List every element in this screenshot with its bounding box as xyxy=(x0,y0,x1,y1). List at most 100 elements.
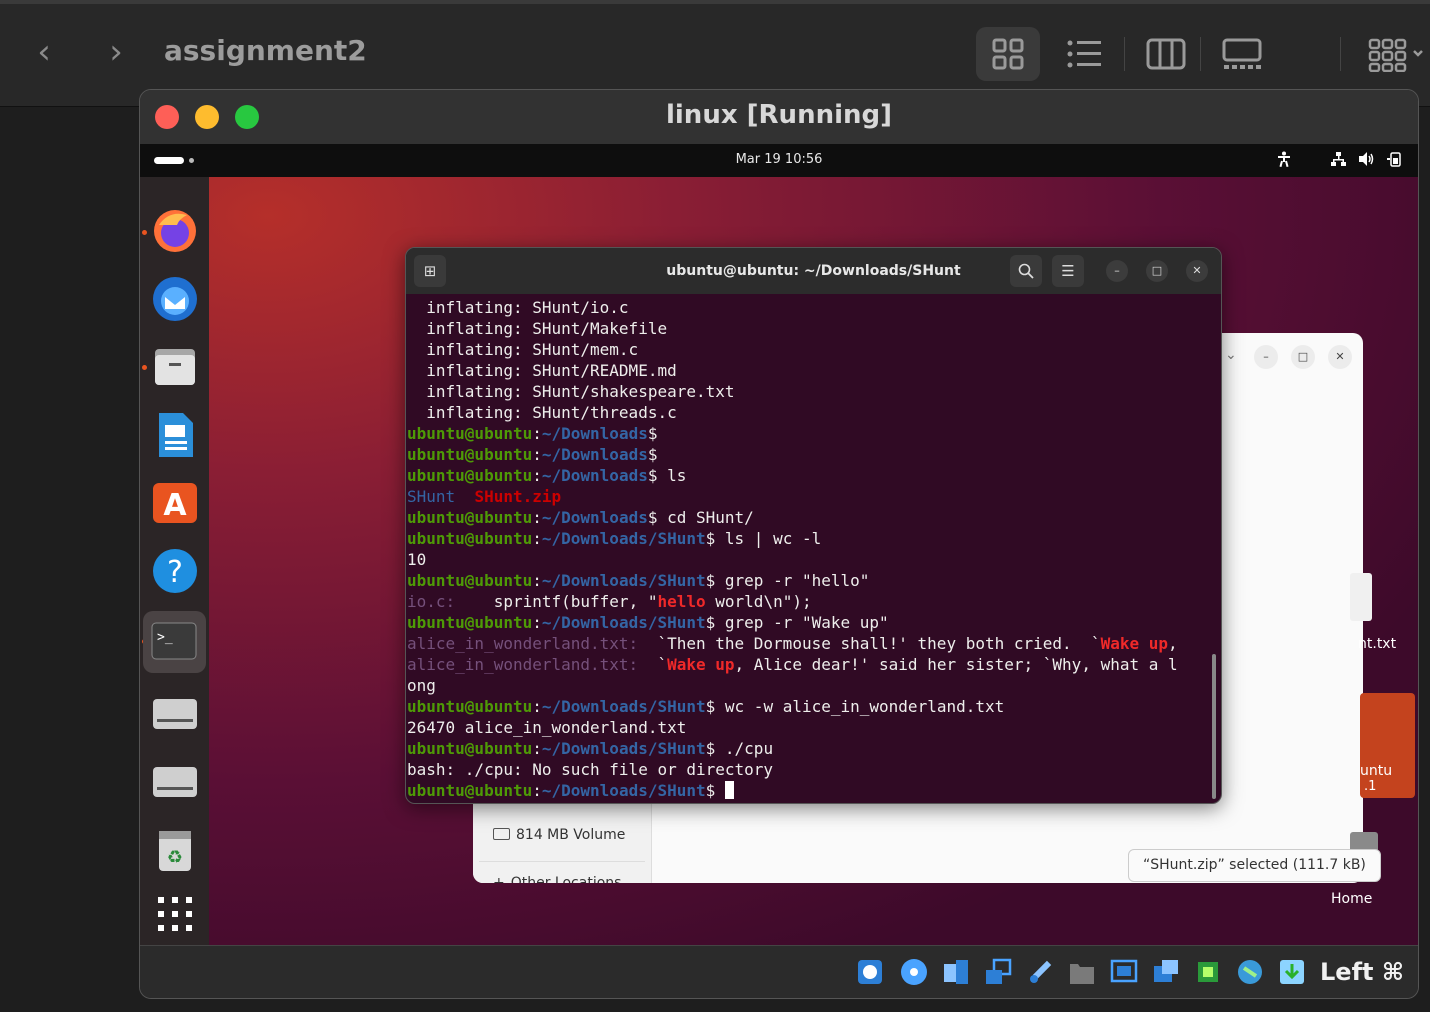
clock[interactable]: Mar 19 10:56 xyxy=(140,152,1418,167)
shared-folder-icon[interactable] xyxy=(1068,958,1096,986)
prompt-path: ~/Downloads xyxy=(541,508,648,527)
usb-icon[interactable] xyxy=(1026,958,1054,986)
ubuntu-topbar: Mar 19 10:56 xyxy=(140,144,1418,177)
terminal-line: ubuntu@ubuntu:~/Downloads/SHunt$ grep -r… xyxy=(407,613,889,632)
column-view-button[interactable] xyxy=(1130,27,1194,81)
files-minimize-button[interactable]: – xyxy=(1254,345,1278,369)
group-icon xyxy=(1368,38,1423,72)
icon-view-button[interactable] xyxy=(976,27,1040,81)
optical-disk-icon[interactable] xyxy=(900,958,928,986)
mouse-integration-icon[interactable] xyxy=(1236,958,1264,986)
sidebar-item-other-locations[interactable]: + Other Locations xyxy=(493,875,621,883)
maximize-button[interactable]: □ xyxy=(1146,260,1168,282)
terminal-line: inflating: SHunt/threads.c xyxy=(407,403,677,422)
ls-entry-zip: SHunt.zip xyxy=(474,487,562,506)
prompt-path: ~/Downloads xyxy=(541,466,648,485)
grep-text: , xyxy=(1168,634,1178,653)
dock-item-writer[interactable] xyxy=(149,409,201,461)
grep-match: Wake up xyxy=(667,655,735,674)
terminal-line: inflating: SHunt/shakespeare.txt xyxy=(407,382,735,401)
battery-icon[interactable] xyxy=(1386,151,1402,171)
text-cursor xyxy=(724,781,734,799)
sidebar-item-volume[interactable]: 814 MB Volume xyxy=(493,827,625,843)
audio-icon[interactable] xyxy=(942,958,970,986)
dock-item-app-center[interactable]: A xyxy=(149,477,201,529)
running-indicator xyxy=(142,230,147,235)
dock-item-hidden[interactable] xyxy=(149,165,201,181)
group-button[interactable] xyxy=(1352,27,1430,81)
dock-item-files[interactable] xyxy=(149,341,201,393)
sidebar-item-label: Other Locations xyxy=(510,875,622,883)
prompt-user: ubuntu@ubuntu xyxy=(407,424,533,443)
scrollbar[interactable] xyxy=(1212,654,1216,799)
desktop-item-label: nt.txt xyxy=(1358,636,1397,652)
cpu-icon[interactable] xyxy=(1194,958,1222,986)
sidebar-divider xyxy=(479,861,645,862)
files-maximize-button[interactable]: □ xyxy=(1291,345,1315,369)
forward-button[interactable]: › xyxy=(98,34,134,70)
terminal-line: ubuntu@ubuntu:~/Downloads$ cd SHunt/ xyxy=(407,508,754,527)
drive-icon xyxy=(153,699,197,729)
help-icon: ? xyxy=(153,549,197,593)
display-icon[interactable] xyxy=(1110,958,1138,986)
grep-filename: io.c: xyxy=(407,592,456,611)
close-button[interactable]: ✕ xyxy=(1186,260,1208,282)
terminal-line: inflating: SHunt/io.c xyxy=(407,298,629,317)
gallery-view-button[interactable] xyxy=(1206,27,1270,81)
dock-item-firefox[interactable] xyxy=(149,205,201,257)
text-file-icon[interactable] xyxy=(1350,573,1372,621)
terminal-output[interactable]: inflating: SHunt/io.c inflating: SHunt/M… xyxy=(407,297,1207,802)
accessibility-icon[interactable] xyxy=(1277,151,1291,171)
dock-item-thunderbird[interactable] xyxy=(149,273,201,325)
terminal-headerbar: ⊞ ubuntu@ubuntu: ~/Downloads/SHunt ☰ – □… xyxy=(406,248,1221,294)
grep-text: sprintf(buffer, " xyxy=(455,592,658,611)
running-indicator xyxy=(142,365,147,370)
minimize-button[interactable]: – xyxy=(1106,260,1128,282)
recording-icon[interactable] xyxy=(1152,958,1180,986)
files-close-button[interactable]: ✕ xyxy=(1328,345,1352,369)
terminal-icon: >_ xyxy=(151,622,197,660)
files-icon xyxy=(155,349,195,385)
grep-filename: alice_in_wonderland.txt: xyxy=(407,655,639,674)
prompt-path: ~/Downloads/SHunt xyxy=(541,529,706,548)
dock-item-terminal[interactable]: >_ xyxy=(143,611,206,673)
firefox-icon xyxy=(154,210,196,252)
command: cd SHunt/ xyxy=(667,508,754,527)
menu-button[interactable]: ☰ xyxy=(1052,255,1084,287)
command: wc -w alice_in_wonderland.txt xyxy=(724,697,1005,716)
vm-titlebar: linux [Running] xyxy=(140,90,1418,144)
terminal-title: ubuntu@ubuntu: ~/Downloads/SHunt xyxy=(666,263,961,279)
dock-show-apps-button[interactable] xyxy=(149,887,201,939)
command: grep -r "Wake up" xyxy=(724,613,889,632)
list-view-button[interactable] xyxy=(1050,27,1114,81)
hard-disk-icon[interactable] xyxy=(856,958,884,986)
terminal-line: SHunt SHunt.zip xyxy=(407,486,1207,507)
dock-item-help[interactable]: ? xyxy=(149,545,201,597)
dock-item-drive[interactable] xyxy=(149,755,201,807)
columns-icon xyxy=(1146,38,1186,70)
chevron-left-icon: ‹ xyxy=(37,32,51,72)
command: grep -r "hello" xyxy=(724,571,870,590)
prompt-path: ~/Downloads xyxy=(541,445,648,464)
window-edge xyxy=(0,0,1430,4)
terminal-line: inflating: SHunt/mem.c xyxy=(407,340,639,359)
grep-match: Wake up xyxy=(1100,634,1168,653)
prompt-user: ubuntu@ubuntu xyxy=(407,781,533,800)
prompt-user: ubuntu@ubuntu xyxy=(407,613,533,632)
volume-icon[interactable] xyxy=(1358,151,1374,171)
prompt-path: ~/Downloads/SHunt xyxy=(541,781,706,800)
chevron-down-icon[interactable]: ⌄ xyxy=(1225,347,1237,363)
list-icon xyxy=(1067,40,1101,68)
command: ./cpu xyxy=(724,739,774,758)
grep-text: `Then the Dormouse shall!' they both cri… xyxy=(638,634,1101,653)
dock-item-trash[interactable]: ♻ xyxy=(149,823,201,875)
dock-item-drive[interactable] xyxy=(149,687,201,739)
download-icon[interactable] xyxy=(1278,958,1306,986)
network-icon[interactable] xyxy=(1330,151,1346,171)
back-button[interactable]: ‹ xyxy=(26,34,62,70)
prompt-path: ~/Downloads/SHunt xyxy=(541,571,706,590)
desktop-item-install-ubuntu[interactable]: untu .1 xyxy=(1360,693,1415,798)
network-adapter-icon[interactable] xyxy=(984,958,1012,986)
status-badge: “SHunt.zip” selected (111.7 kB) xyxy=(1128,849,1381,882)
search-button[interactable] xyxy=(1010,255,1042,287)
